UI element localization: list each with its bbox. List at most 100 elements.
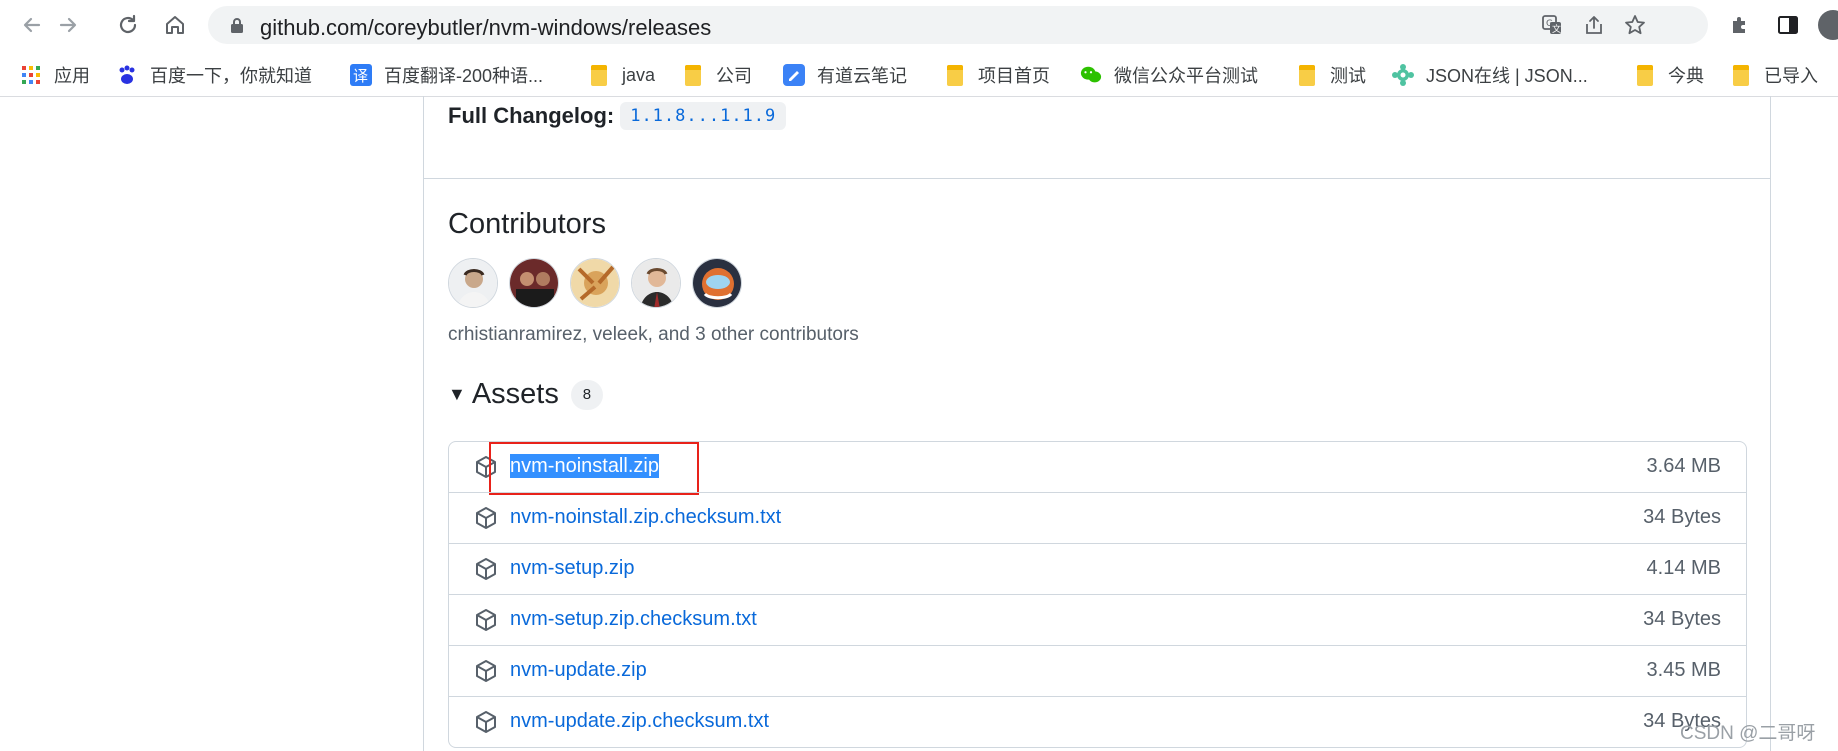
arrow-right-icon	[59, 17, 77, 33]
contributor-avatar[interactable]	[692, 258, 742, 308]
asset-size: 34 Bytes	[1643, 506, 1721, 528]
bookmark-label: 已导入	[1764, 66, 1818, 86]
contributor-avatar[interactable]	[509, 258, 559, 308]
asset-link[interactable]: nvm-setup.zip	[510, 556, 635, 580]
folder-icon	[1634, 64, 1656, 86]
svg-text:文: 文	[1552, 23, 1561, 35]
profile-avatar[interactable]	[1818, 10, 1838, 40]
red-highlight-box	[489, 442, 699, 495]
bookmark-label: 百度翻译-200种语...	[384, 66, 544, 86]
bookmarks-bar: 应用 百度一下，你就知道 译 百度翻译-200种语... java 公司 有道云…	[0, 53, 1838, 97]
section-divider	[424, 178, 1770, 179]
bookmark-baidu-translate[interactable]: 译 百度翻译-200种语...	[350, 61, 543, 89]
lock-icon[interactable]	[230, 17, 244, 33]
folder-icon	[1296, 64, 1318, 86]
browser-toolbar: github.com/coreybutler/nvm-windows/relea…	[0, 0, 1838, 50]
share-button[interactable]	[1582, 13, 1606, 37]
back-button[interactable]	[14, 7, 50, 43]
assets-heading: Assets	[471, 378, 559, 410]
home-button[interactable]	[157, 7, 193, 43]
bookmark-folder-imported[interactable]: 已导入	[1730, 61, 1818, 89]
baidu-paw-icon	[116, 64, 138, 86]
contributors-avatars	[448, 258, 742, 308]
asset-size: 3.64 MB	[1646, 455, 1721, 477]
bookmark-label: 应用	[54, 66, 90, 86]
extensions-button[interactable]	[1722, 7, 1758, 43]
asset-link[interactable]: nvm-setup.zip.checksum.txt	[510, 607, 757, 631]
bookmark-label: java	[622, 64, 656, 85]
bookmark-folder-company[interactable]: 公司	[682, 61, 752, 89]
page-content: Full Changelog: 1.1.8...1.1.9 Contributo…	[0, 96, 1838, 751]
reload-button[interactable]	[110, 7, 146, 43]
full-changelog: Full Changelog: 1.1.8...1.1.9	[448, 102, 787, 130]
contributors-summary: crhistianramirez, veleek, and 3 other co…	[448, 324, 859, 345]
folder-icon	[588, 64, 610, 86]
contributor-avatar[interactable]	[570, 258, 620, 308]
asset-link[interactable]: nvm-update.zip.checksum.txt	[510, 709, 769, 733]
release-card: Full Changelog: 1.1.8...1.1.9 Contributo…	[423, 96, 1771, 751]
share-icon	[1586, 16, 1602, 34]
contributor-avatar[interactable]	[631, 258, 681, 308]
package-icon	[476, 558, 496, 580]
package-icon	[476, 711, 496, 733]
changelog-compare-link[interactable]: 1.1.8...1.1.9	[620, 102, 787, 130]
asset-row: nvm-noinstall.zip 3.64 MB	[449, 442, 1746, 495]
bookmark-wechat[interactable]: 微信公众平台测试	[1080, 61, 1258, 89]
translate-button[interactable]: G文	[1540, 13, 1564, 37]
caret-down-icon: ▼	[448, 384, 466, 404]
bookmark-label: 百度一下，你就知道	[150, 66, 312, 86]
side-panel-button[interactable]	[1770, 7, 1806, 43]
package-icon	[476, 609, 496, 631]
json-gear-icon	[1392, 64, 1414, 86]
folder-icon	[944, 64, 966, 86]
address-bar[interactable]: github.com/coreybutler/nvm-windows/relea…	[208, 6, 1708, 44]
forward-button[interactable]	[50, 7, 86, 43]
asset-row: nvm-setup.zip.checksum.txt 34 Bytes	[449, 594, 1746, 645]
bookmark-label: JSON在线 | JSON...	[1426, 66, 1588, 86]
bookmark-youdao-note[interactable]: 有道云笔记	[783, 61, 907, 89]
svg-text:译: 译	[353, 67, 368, 85]
asset-row: nvm-noinstall.zip.checksum.txt 34 Bytes	[449, 492, 1746, 543]
bookmark-folder-java[interactable]: java	[588, 61, 655, 89]
contributors-heading: Contributors	[448, 208, 606, 240]
arrow-left-icon	[23, 17, 41, 33]
bookmark-label: 项目首页	[978, 66, 1050, 86]
note-icon	[783, 64, 805, 86]
asset-link[interactable]: nvm-update.zip	[510, 658, 647, 682]
bookmark-baidu[interactable]: 百度一下，你就知道	[116, 61, 312, 89]
changelog-label: Full Changelog:	[448, 103, 615, 128]
folder-icon	[682, 64, 704, 86]
bookmark-folder-project[interactable]: 项目首页	[944, 61, 1050, 89]
side-panel-icon	[1778, 16, 1798, 34]
folder-icon	[1730, 64, 1752, 86]
home-icon	[166, 16, 184, 34]
apps-grid-icon	[20, 64, 42, 86]
wechat-icon	[1080, 64, 1102, 86]
bookmark-label: 测试	[1330, 66, 1366, 86]
bookmark-folder-jindian[interactable]: 今典	[1634, 61, 1704, 89]
assets-count-badge: 8	[570, 379, 603, 410]
bookmark-folder-test[interactable]: 测试	[1296, 61, 1366, 89]
url-text[interactable]: github.com/coreybutler/nvm-windows/relea…	[260, 15, 711, 41]
assets-toggle[interactable]: ▼ Assets 8	[448, 378, 603, 411]
url-host: github.com	[260, 15, 368, 40]
bookmark-star-button[interactable]	[1623, 13, 1647, 37]
csdn-watermark: CSDN @二哥呀	[1680, 723, 1816, 744]
contributor-avatar[interactable]	[448, 258, 498, 308]
bookmark-label: 有道云笔记	[817, 66, 907, 86]
bookmark-json-online[interactable]: JSON在线 | JSON...	[1392, 61, 1588, 89]
asset-size: 34 Bytes	[1643, 608, 1721, 630]
asset-link[interactable]: nvm-noinstall.zip.checksum.txt	[510, 505, 781, 529]
star-icon	[1625, 15, 1645, 35]
asset-row: nvm-update.zip.checksum.txt 34 Bytes	[449, 696, 1746, 747]
bookmark-apps[interactable]: 应用	[20, 61, 90, 89]
bookmark-label: 今典	[1668, 66, 1704, 86]
package-icon	[476, 660, 496, 682]
translate-icon: G文	[1542, 15, 1561, 35]
puzzle-icon	[1733, 17, 1745, 33]
package-icon	[476, 507, 496, 529]
asset-size: 3.45 MB	[1646, 659, 1721, 681]
url-path: /coreybutler/nvm-windows/releases	[367, 15, 712, 40]
bookmark-label: 微信公众平台测试	[1114, 66, 1258, 86]
asset-row: nvm-update.zip 3.45 MB	[449, 645, 1746, 696]
